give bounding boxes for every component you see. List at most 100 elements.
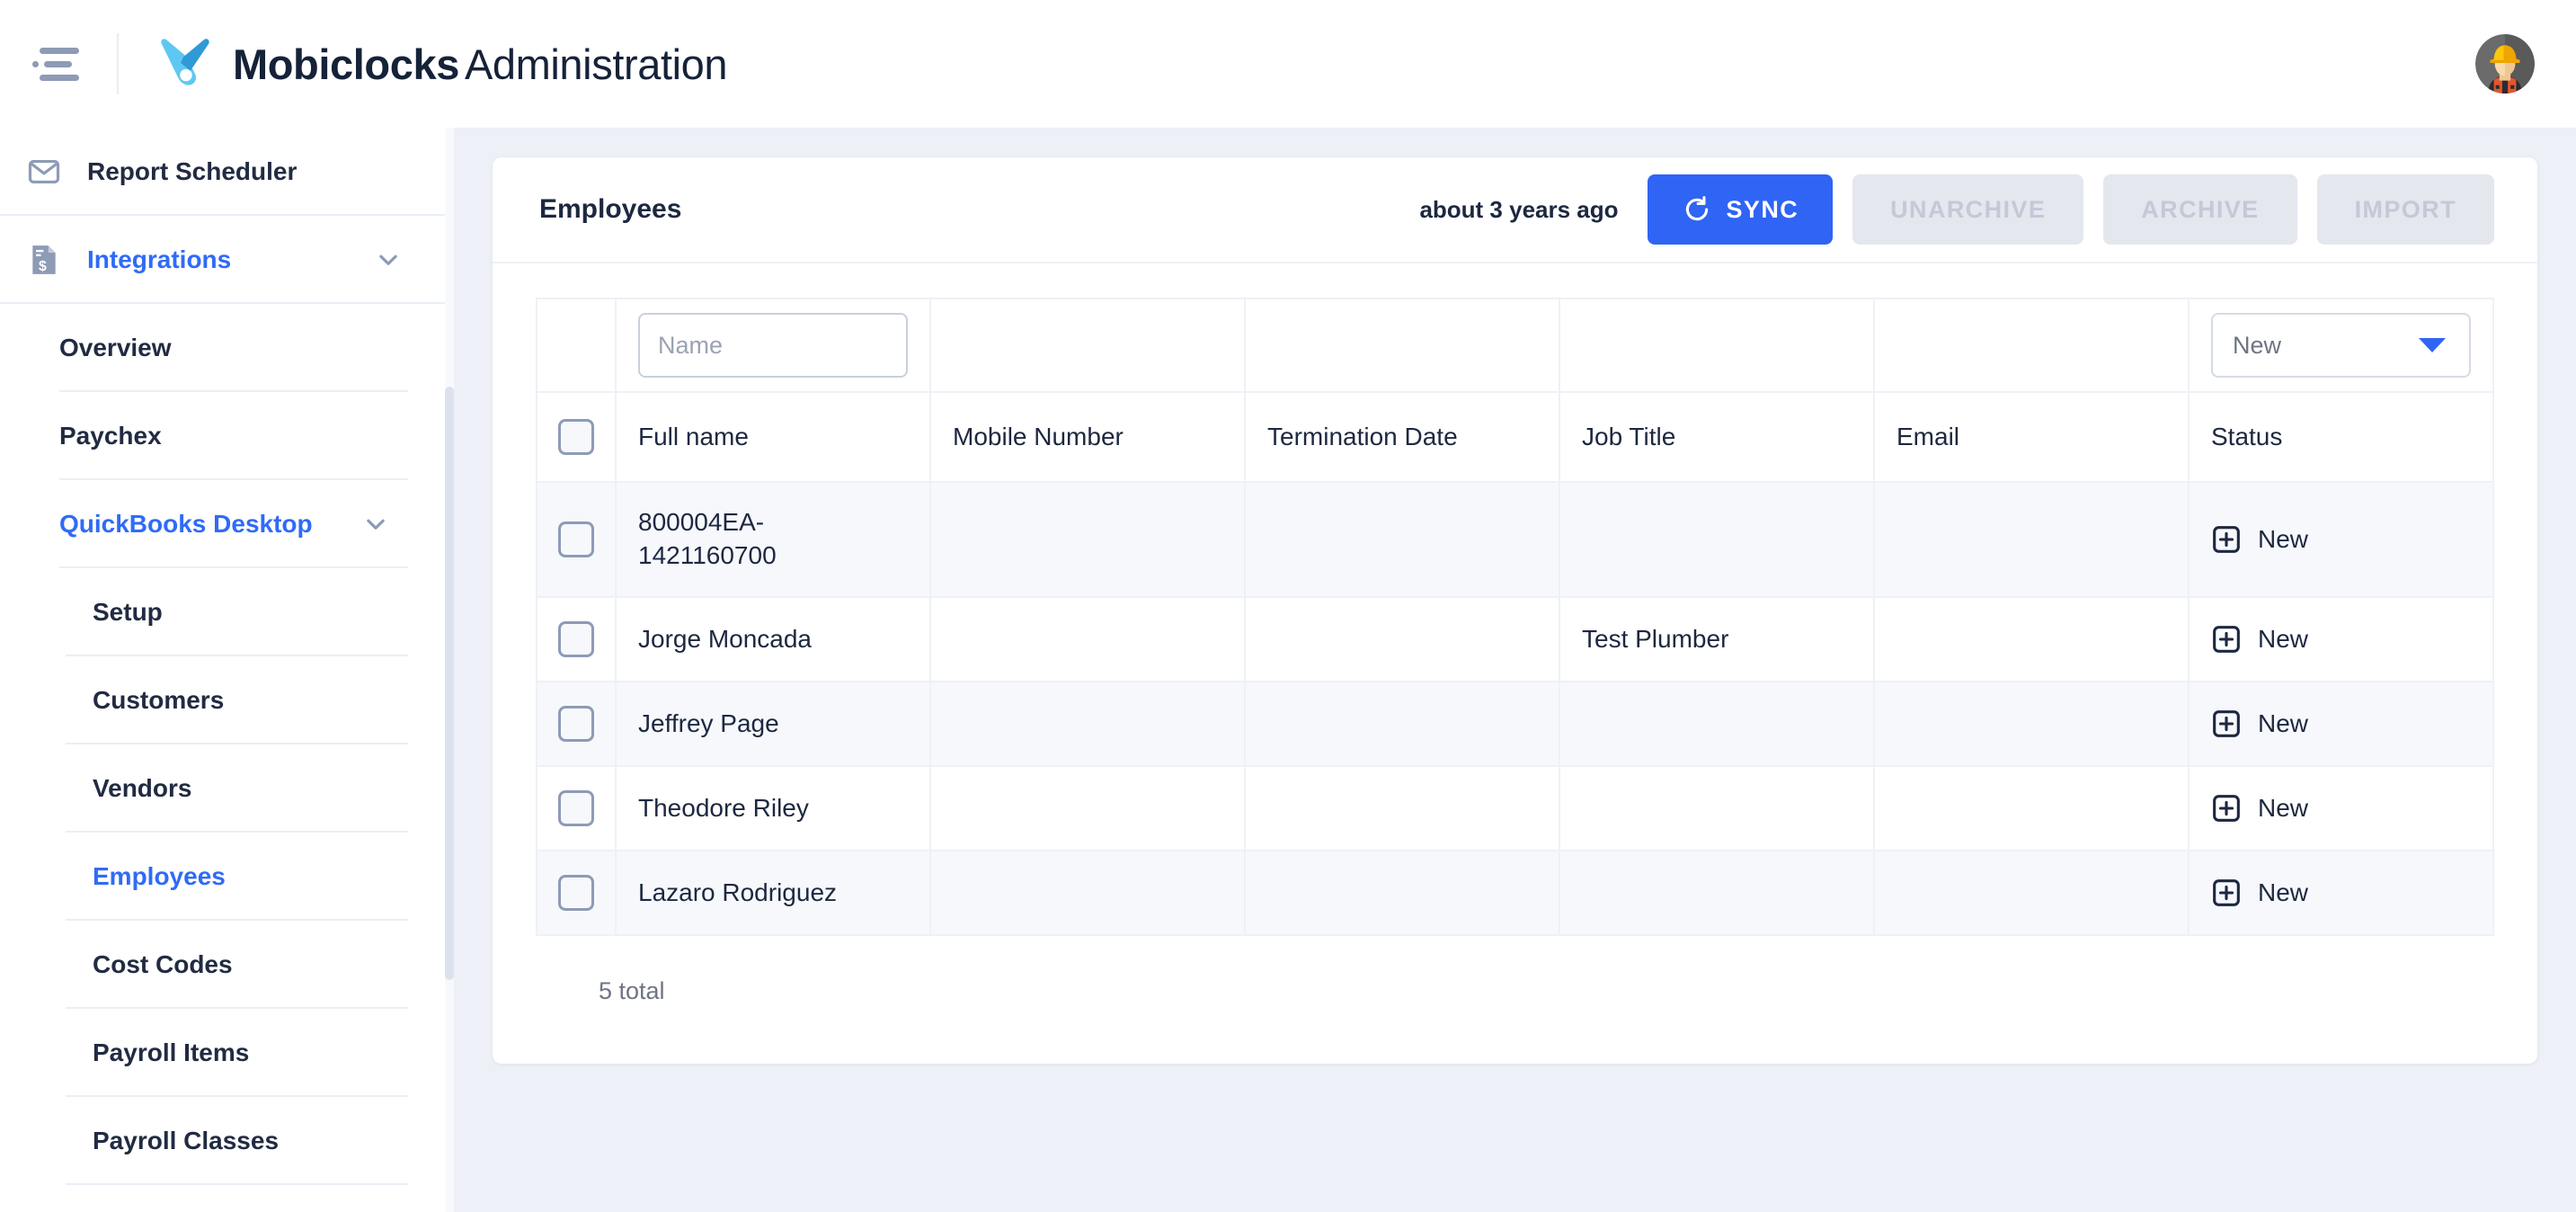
card-header: Employees about 3 years ago SYNC UNARCHI… [493, 157, 2537, 263]
cell-email [1873, 596, 2190, 682]
filter-mobile-cell [929, 298, 1246, 393]
invoice-dollar-icon: $ [32, 245, 56, 274]
sync-button[interactable]: SYNC [1647, 174, 1834, 245]
column-header-mobile-number[interactable]: Mobile Number [929, 391, 1246, 483]
mobiclocks-v-logo [161, 39, 209, 85]
cell-full-name: Jeffrey Page [615, 681, 931, 767]
table-row[interactable]: Lazaro Rodriguez New [536, 850, 2494, 936]
column-header-full-name[interactable]: Full name [615, 391, 931, 483]
sidebar-item-label: Vendors [93, 774, 192, 802]
top-bar: Mobiclocks Administration [0, 0, 2576, 128]
cell-mobile [929, 681, 1246, 767]
sidebar-item-label: Setup [93, 598, 163, 626]
sidebar-item-payroll-items[interactable]: Payroll Items [0, 1009, 452, 1097]
brand[interactable]: Mobiclocks Administration [157, 36, 728, 92]
cell-full-name: Jorge Moncada [615, 596, 931, 682]
card-header-actions: about 3 years ago SYNC UNARCHIVE ARCHIVE… [1419, 174, 2494, 245]
sidebar-item-label: Overview [59, 334, 172, 361]
sidebar-item-customers[interactable]: Customers [0, 656, 452, 744]
header-divider [117, 33, 119, 94]
column-header-termination-date[interactable]: Termination Date [1244, 391, 1560, 483]
search-input[interactable] [638, 313, 908, 378]
status-filter-select[interactable]: New [2211, 313, 2471, 378]
row-checkbox[interactable] [558, 875, 594, 911]
cell-job-title [1559, 850, 1875, 936]
cell-termination [1244, 850, 1560, 936]
employees-card: Employees about 3 years ago SYNC UNARCHI… [493, 157, 2537, 1064]
table-row[interactable]: Theodore Riley New [536, 765, 2494, 851]
cell-email [1873, 481, 2190, 598]
row-checkbox[interactable] [558, 706, 594, 742]
sidebar-item-vendors[interactable]: Vendors [0, 744, 452, 833]
column-header-email[interactable]: Email [1873, 391, 2190, 483]
filter-name-cell [615, 298, 931, 393]
cell-mobile [929, 596, 1246, 682]
filter-termination-cell [1244, 298, 1560, 393]
sidebar-divider [66, 1183, 408, 1185]
cell-status: New [2188, 596, 2494, 682]
unarchive-button[interactable]: UNARCHIVE [1852, 174, 2084, 245]
cell-termination [1244, 681, 1560, 767]
row-select-cell [536, 596, 617, 682]
svg-text:$: $ [39, 259, 47, 274]
avatar-image [2475, 34, 2535, 94]
invoice-dollar-icon: $ [27, 243, 70, 277]
sidebar-item-quickbooks-desktop[interactable]: QuickBooks Desktop [0, 480, 452, 568]
import-button[interactable]: IMPORT [2316, 174, 2494, 245]
sidebar-item-paychex[interactable]: Paychex [0, 392, 452, 480]
chevron-down-icon[interactable] [375, 246, 402, 273]
chevron-down-icon [2419, 338, 2446, 352]
cell-full-name: Theodore Riley [615, 765, 931, 851]
column-header-job-title[interactable]: Job Title [1559, 391, 1875, 483]
import-button-label: IMPORT [2354, 195, 2456, 223]
cell-job-title [1559, 481, 1875, 598]
chevron-down-icon[interactable] [362, 511, 389, 538]
sidebar-item-overview[interactable]: Overview [0, 304, 452, 392]
sidebar-item-payroll-classes[interactable]: Payroll Classes [0, 1097, 452, 1185]
cell-job-title [1559, 681, 1875, 767]
status-badge: New [2211, 708, 2471, 739]
employees-table: New Full nameMobile NumberTermination Dat… [536, 298, 2494, 936]
sidebar-item-employees[interactable]: Employees [0, 833, 452, 921]
column-header-status[interactable]: Status [2188, 391, 2494, 483]
status-label: New [2258, 625, 2309, 653]
sidebar-scrollbar-thumb[interactable] [445, 387, 454, 980]
sidebar-item-cost-codes[interactable]: Cost Codes [0, 921, 452, 1009]
envelope-icon [28, 160, 60, 183]
sidebar: Report Scheduler $ Integrations Overview Pay… [0, 128, 452, 1212]
status-badge: New [2211, 878, 2471, 908]
sidebar-item-label: Paychex [59, 422, 162, 450]
envelope-icon [27, 155, 70, 189]
table-header-row: Full name Mobile Number Termination Date Jo… [536, 391, 2494, 483]
row-checkbox[interactable] [558, 521, 594, 557]
row-checkbox[interactable] [558, 621, 594, 657]
cell-status: New [2188, 681, 2494, 767]
cell-email [1873, 765, 2190, 851]
filter-checkbox-cell [536, 298, 617, 393]
cell-status: New [2188, 481, 2494, 598]
hamburger-menu-icon[interactable] [32, 44, 79, 84]
table-row[interactable]: Jeffrey Page New [536, 681, 2494, 767]
sidebar-item-label: QuickBooks Desktop [59, 510, 313, 538]
sidebar-item-label: Integrations [87, 245, 232, 273]
archive-button-label: ARCHIVE [2141, 195, 2260, 223]
row-select-cell [536, 765, 617, 851]
archive-button[interactable]: ARCHIVE [2103, 174, 2297, 245]
sidebar-item-integrations[interactable]: $ Integrations [0, 216, 452, 304]
table-row[interactable]: Jorge Moncada Test Plumber New [536, 596, 2494, 682]
sidebar-item-setup[interactable]: Setup [0, 568, 452, 656]
table-total-label: 5 total [599, 977, 665, 1004]
filter-jobtitle-cell [1559, 298, 1875, 393]
cell-job-title: Test Plumber [1559, 596, 1875, 682]
sidebar-item-report-scheduler[interactable]: Report Scheduler [0, 128, 452, 216]
select-all-checkbox[interactable] [558, 419, 594, 455]
cell-termination [1244, 596, 1560, 682]
last-synced-label: about 3 years ago [1419, 195, 1619, 223]
cell-mobile [929, 765, 1246, 851]
main-content: Employees about 3 years ago SYNC UNARCHI… [454, 128, 2576, 1212]
table-row[interactable]: 800004EA- 1421160700 New [536, 481, 2494, 598]
cell-mobile [929, 481, 1246, 598]
sync-button-label: SYNC [1726, 195, 1799, 223]
row-checkbox[interactable] [558, 790, 594, 826]
construction-worker-avatar[interactable] [2475, 34, 2535, 94]
